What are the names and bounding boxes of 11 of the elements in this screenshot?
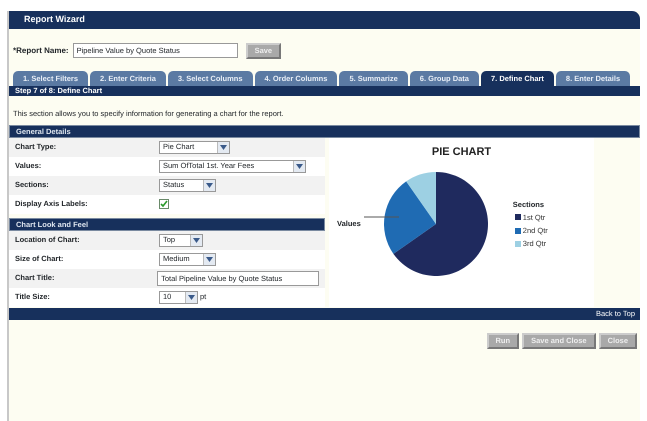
caret-icon [206, 182, 213, 188]
checkbox[interactable] [159, 199, 169, 209]
leader-line [363, 216, 400, 218]
window-title: Report Wizard [9, 11, 640, 28]
caret-icon [188, 294, 195, 300]
caret-icon [220, 144, 226, 150]
report-name-label: *Report Name: [13, 44, 69, 56]
chart-title: PIE CHART [430, 144, 492, 160]
caret-icon [192, 238, 200, 242]
caret-icon [296, 164, 303, 168]
caret-icon [206, 256, 213, 262]
